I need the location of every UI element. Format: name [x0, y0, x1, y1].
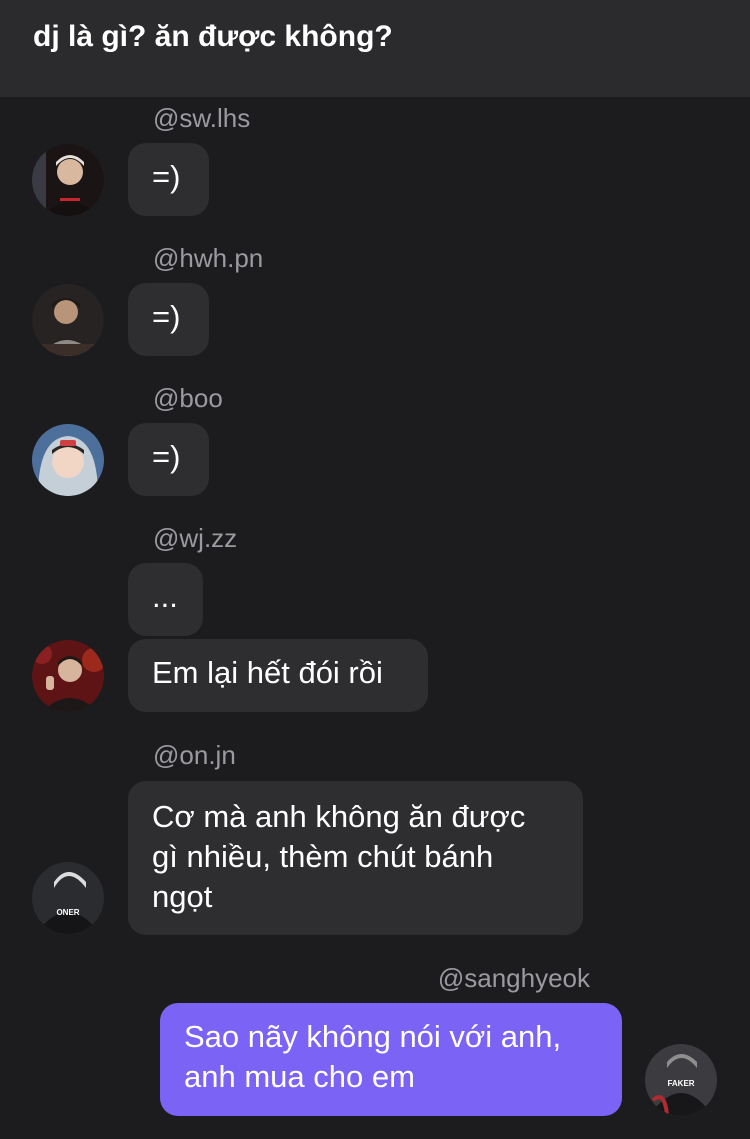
- jersey-text: ONER: [56, 908, 79, 917]
- message-bubble[interactable]: =): [128, 143, 209, 216]
- sender-avatar[interactable]: [32, 144, 104, 216]
- message-bubble[interactable]: =): [128, 283, 209, 356]
- sender-avatar[interactable]: [32, 284, 104, 356]
- sender-username: @wj.zz: [153, 523, 238, 553]
- chat-title: dj là gì? ăn được không?: [33, 20, 393, 53]
- sender-username: @on.jn: [153, 740, 236, 770]
- sender-avatar[interactable]: [32, 640, 104, 712]
- sender-username: @hwh.pn: [153, 243, 264, 273]
- chat-header: dj là gì? ăn được không?: [0, 0, 750, 97]
- message-bubble[interactable]: Em lại hết đói rồi: [128, 639, 428, 712]
- message-bubble[interactable]: ...: [128, 563, 203, 636]
- message-list[interactable]: @sw.lhs =) @hwh.pn =) @boo =) @wj.zz ...…: [0, 97, 750, 1139]
- own-message-bubble[interactable]: Sao nãy không nói với anh, anh mua cho e…: [160, 1003, 622, 1116]
- sender-avatar[interactable]: ONER: [32, 862, 104, 934]
- own-avatar[interactable]: FAKER: [645, 1044, 717, 1116]
- sender-username: @boo: [153, 383, 223, 413]
- sender-username: @sw.lhs: [153, 103, 251, 133]
- message-bubble[interactable]: Cơ mà anh không ăn được gì nhiều, thèm c…: [128, 781, 583, 935]
- sender-avatar[interactable]: [32, 424, 104, 496]
- jersey-text: FAKER: [667, 1079, 694, 1088]
- message-bubble[interactable]: =): [128, 423, 209, 496]
- sender-username: @sanghyeok: [437, 963, 590, 993]
